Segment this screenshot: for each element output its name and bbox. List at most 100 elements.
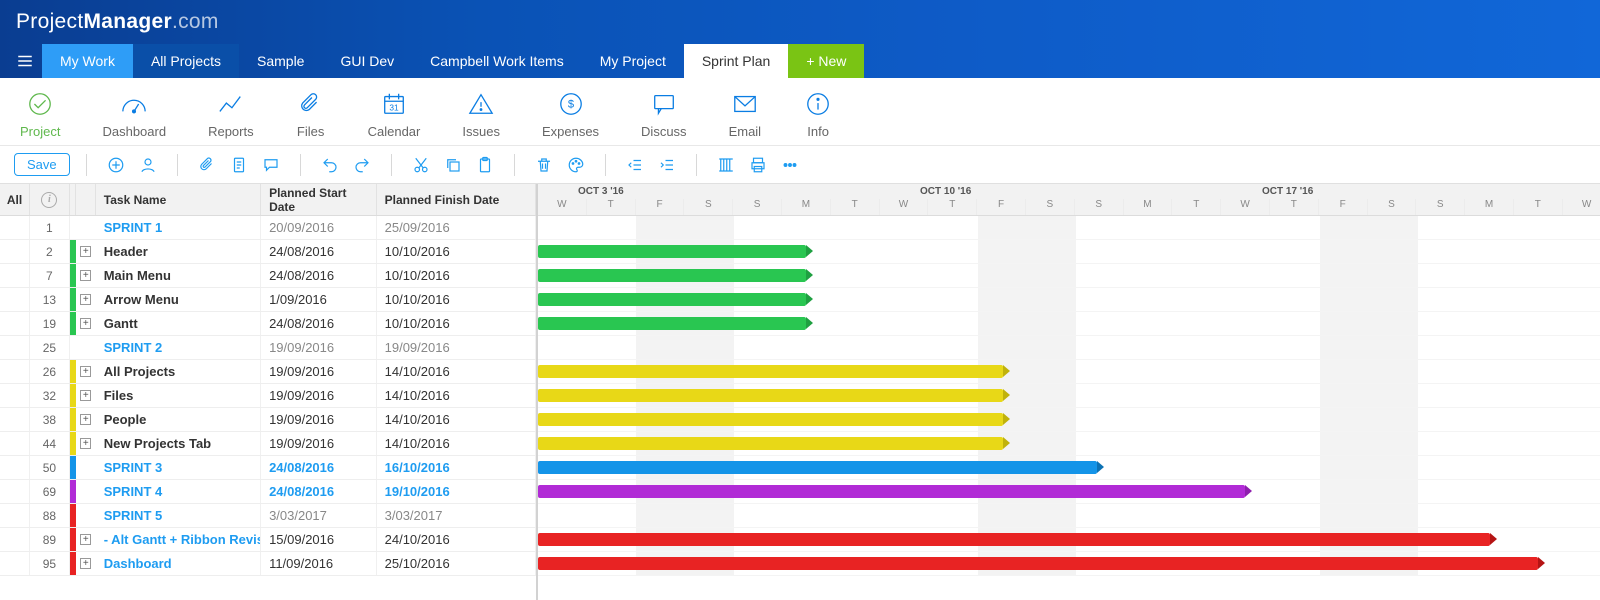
columns-icon[interactable]	[713, 152, 739, 178]
row-expand[interactable]: +	[76, 360, 96, 383]
row-finish[interactable]: 10/10/2016	[377, 312, 536, 335]
row-name[interactable]: Gantt	[96, 312, 261, 335]
gantt-bar[interactable]	[538, 557, 1538, 570]
gantt-bar[interactable]	[538, 293, 806, 306]
gantt-row[interactable]	[538, 336, 1600, 360]
row-name[interactable]: SPRINT 4	[96, 480, 261, 503]
row-select[interactable]	[0, 360, 30, 383]
gantt-row[interactable]	[538, 432, 1600, 456]
ribbon-calendar[interactable]: 31 Calendar	[368, 91, 421, 139]
row-name[interactable]: Header	[96, 240, 261, 263]
task-row[interactable]: 25SPRINT 219/09/201619/09/2016	[0, 336, 536, 360]
row-select[interactable]	[0, 552, 30, 575]
palette-icon[interactable]	[563, 152, 589, 178]
row-select[interactable]	[0, 480, 30, 503]
row-name[interactable]: - Alt Gantt + Ribbon Revisio	[96, 528, 261, 551]
row-finish[interactable]: 3/03/2017	[377, 504, 536, 527]
copy-icon[interactable]	[440, 152, 466, 178]
gantt-row[interactable]	[538, 264, 1600, 288]
row-name[interactable]: SPRINT 2	[96, 336, 261, 359]
paste-icon[interactable]	[472, 152, 498, 178]
row-name[interactable]: Files	[96, 384, 261, 407]
row-finish[interactable]: 19/09/2016	[377, 336, 536, 359]
ribbon-info[interactable]: Info	[803, 91, 833, 139]
row-finish[interactable]: 24/10/2016	[377, 528, 536, 551]
row-name[interactable]: People	[96, 408, 261, 431]
comment-icon[interactable]	[258, 152, 284, 178]
row-finish[interactable]: 16/10/2016	[377, 456, 536, 479]
gantt-row[interactable]	[538, 240, 1600, 264]
gantt-row[interactable]	[538, 216, 1600, 240]
gantt-row[interactable]	[538, 480, 1600, 504]
col-info[interactable]: i	[30, 184, 70, 215]
gantt-bar[interactable]	[538, 365, 1003, 378]
row-name[interactable]: SPRINT 1	[96, 216, 261, 239]
tab-new[interactable]: + New	[788, 44, 864, 78]
row-start[interactable]: 24/08/2016	[261, 456, 377, 479]
row-expand[interactable]: +	[76, 240, 96, 263]
cut-icon[interactable]	[408, 152, 434, 178]
row-expand[interactable]: +	[76, 264, 96, 287]
task-row[interactable]: 1SPRINT 120/09/201625/09/2016	[0, 216, 536, 240]
row-finish[interactable]: 14/10/2016	[377, 360, 536, 383]
gantt-bar[interactable]	[538, 317, 806, 330]
row-expand[interactable]: +	[76, 528, 96, 551]
row-finish[interactable]: 14/10/2016	[377, 384, 536, 407]
row-name[interactable]: SPRINT 3	[96, 456, 261, 479]
row-name[interactable]: SPRINT 5	[96, 504, 261, 527]
tab-sample[interactable]: Sample	[239, 44, 322, 78]
task-row[interactable]: 38+People19/09/201614/10/2016	[0, 408, 536, 432]
gantt-row[interactable]	[538, 408, 1600, 432]
row-select[interactable]	[0, 408, 30, 431]
ribbon-files[interactable]: Files	[296, 91, 326, 139]
attach-icon[interactable]	[194, 152, 220, 178]
row-start[interactable]: 19/09/2016	[261, 336, 377, 359]
row-name[interactable]: Main Menu	[96, 264, 261, 287]
row-finish[interactable]: 14/10/2016	[377, 408, 536, 431]
tab-all-projects[interactable]: All Projects	[133, 44, 239, 78]
indent-icon[interactable]	[654, 152, 680, 178]
gantt-row[interactable]	[538, 504, 1600, 528]
row-finish[interactable]: 10/10/2016	[377, 240, 536, 263]
gantt-bar[interactable]	[538, 485, 1245, 498]
tab-campbell[interactable]: Campbell Work Items	[412, 44, 582, 78]
hamburger-icon[interactable]	[8, 44, 42, 78]
gantt-bar[interactable]	[538, 245, 806, 258]
gantt-bar[interactable]	[538, 389, 1003, 402]
ribbon-expenses[interactable]: $ Expenses	[542, 91, 599, 139]
task-row[interactable]: 69SPRINT 424/08/201619/10/2016	[0, 480, 536, 504]
ribbon-email[interactable]: Email	[729, 91, 762, 139]
row-start[interactable]: 19/09/2016	[261, 360, 377, 383]
row-start[interactable]: 24/08/2016	[261, 480, 377, 503]
outdent-icon[interactable]	[622, 152, 648, 178]
gantt-row[interactable]	[538, 528, 1600, 552]
row-start[interactable]: 19/09/2016	[261, 408, 377, 431]
task-row[interactable]: 19+Gantt24/08/201610/10/2016	[0, 312, 536, 336]
row-finish[interactable]: 25/09/2016	[377, 216, 536, 239]
person-icon[interactable]	[135, 152, 161, 178]
gantt-bar[interactable]	[538, 269, 806, 282]
ribbon-issues[interactable]: Issues	[462, 91, 500, 139]
add-circle-icon[interactable]	[103, 152, 129, 178]
row-select[interactable]	[0, 216, 30, 239]
col-start[interactable]: Planned Start Date	[261, 184, 377, 215]
gantt-row[interactable]	[538, 456, 1600, 480]
row-name[interactable]: All Projects	[96, 360, 261, 383]
gantt-row[interactable]	[538, 312, 1600, 336]
row-name[interactable]: Dashboard	[96, 552, 261, 575]
row-start[interactable]: 3/03/2017	[261, 504, 377, 527]
row-start[interactable]: 24/08/2016	[261, 264, 377, 287]
ribbon-discuss[interactable]: Discuss	[641, 91, 687, 139]
row-start[interactable]: 1/09/2016	[261, 288, 377, 311]
task-row[interactable]: 95+Dashboard11/09/201625/10/2016	[0, 552, 536, 576]
gantt-bar[interactable]	[538, 461, 1097, 474]
row-expand[interactable]: +	[76, 288, 96, 311]
trash-icon[interactable]	[531, 152, 557, 178]
gantt-row[interactable]	[538, 384, 1600, 408]
col-all[interactable]: All	[0, 184, 30, 215]
tab-my-work[interactable]: My Work	[42, 44, 133, 78]
row-expand[interactable]: +	[76, 312, 96, 335]
row-expand[interactable]: +	[76, 432, 96, 455]
row-start[interactable]: 24/08/2016	[261, 312, 377, 335]
row-expand[interactable]: +	[76, 552, 96, 575]
